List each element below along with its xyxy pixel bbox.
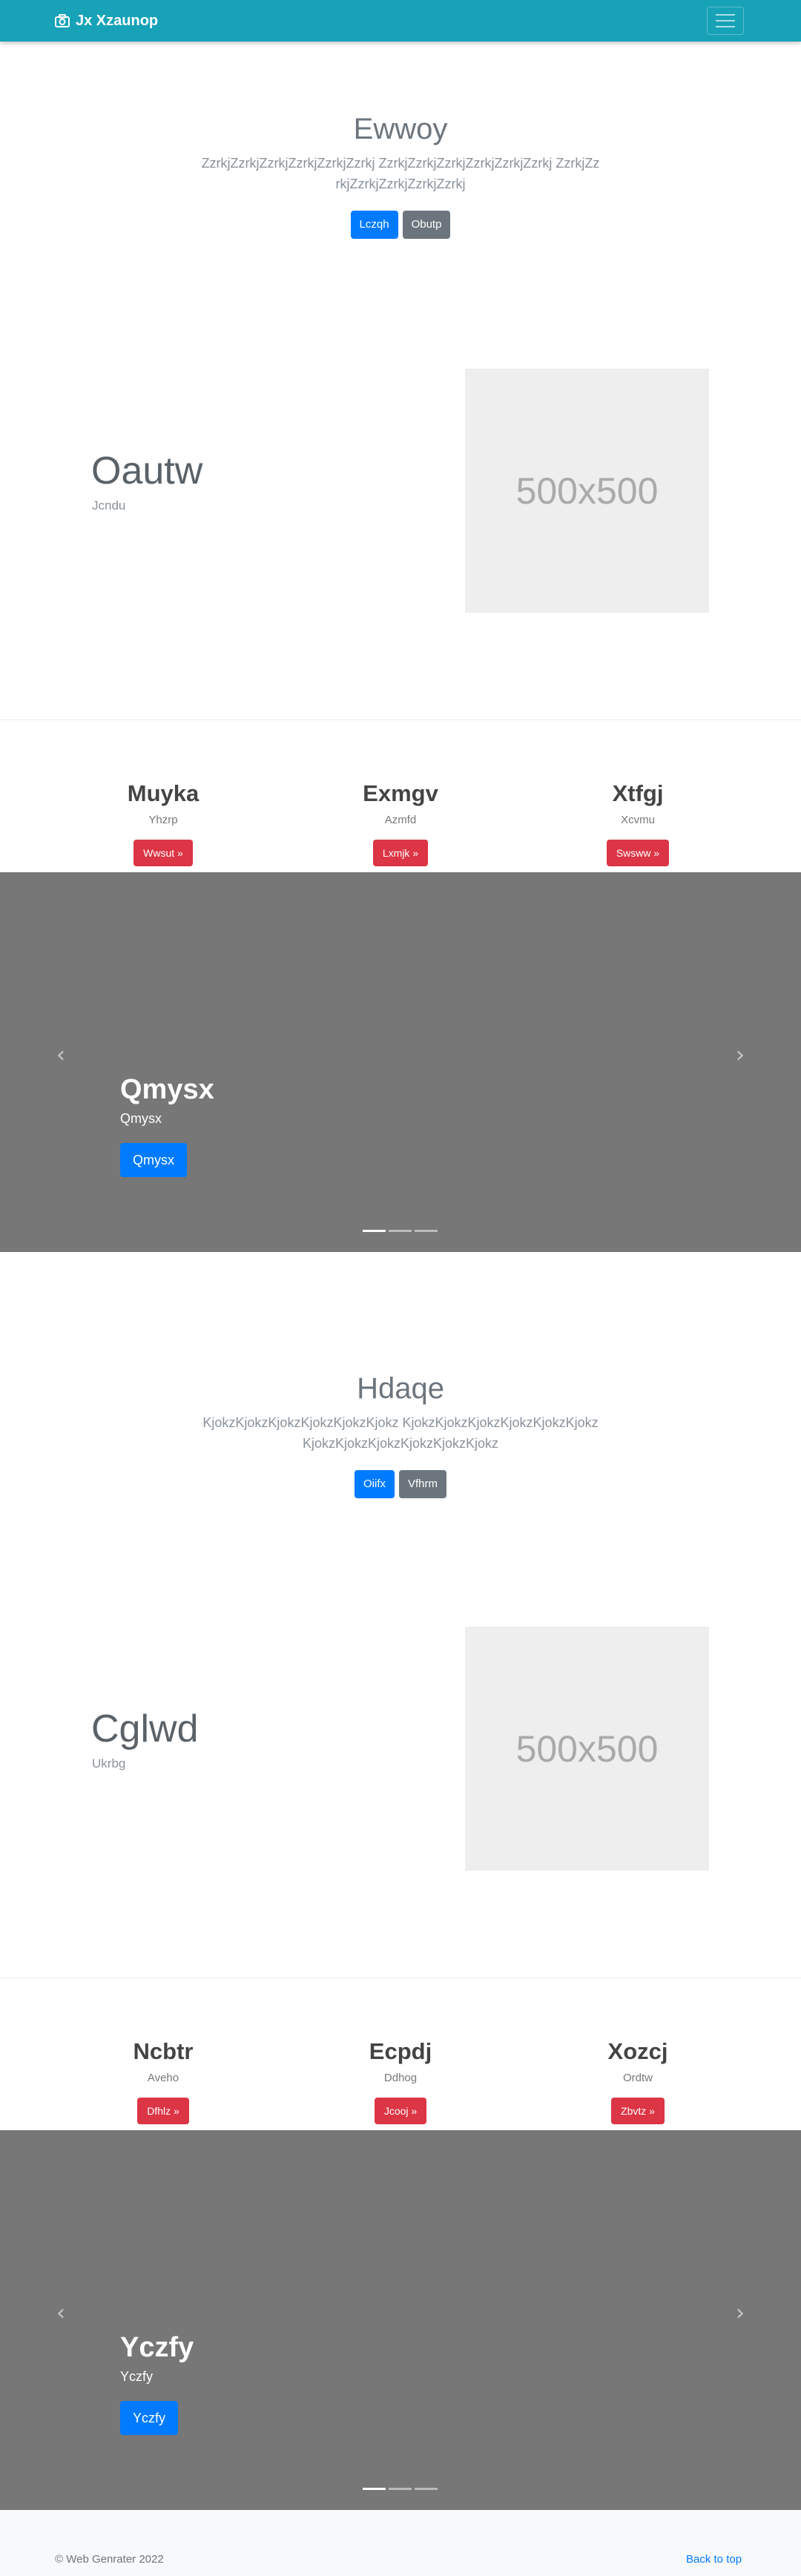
column-button[interactable]: Zbvtz »	[611, 2098, 665, 2124]
column-text: Aveho	[147, 2072, 179, 2084]
carousel-title: Qmysx	[120, 1074, 214, 1105]
carousel-indicators	[363, 1230, 438, 1232]
column: Ncbtr Aveho Dfhlz »	[52, 2037, 274, 2124]
column-text: Azmfd	[384, 814, 417, 826]
column: Ecpdj Ddhog Jcooj »	[289, 2037, 512, 2124]
feature: Cglwd Ukrbg 500x500	[0, 1627, 801, 1871]
carousel-caption: Qmysx Qmysx Qmysx	[120, 1073, 214, 1177]
jumbotron-title: Ewwoy	[353, 113, 448, 145]
carousel-indicator[interactable]	[389, 2488, 412, 2490]
column-title: Xozcj	[607, 2038, 668, 2064]
column: Xtfgj Xcvmu Swsww »	[527, 779, 749, 866]
primary-button[interactable]: Lczqh	[350, 211, 398, 239]
column-text: Ddhog	[383, 2072, 418, 2084]
carousel-text: Yczfy	[120, 2369, 154, 2384]
footer: © Web Genrater 2022 Back to top	[0, 2510, 801, 2576]
carousel-prev-icon[interactable]: ‹	[53, 2302, 68, 2325]
column-title: Xtfgj	[612, 780, 664, 806]
feature-title: Cglwd	[91, 1707, 199, 1750]
secondary-button[interactable]: Obutp	[402, 211, 451, 239]
marketing-columns: Ncbtr Aveho Dfhlz » Ecpdj Ddhog Jcooj » …	[0, 2037, 801, 2126]
jumbotron-text: ZzrkjZzrkjZzrkjZzrkjZzrkjZzrkj ZzrkjZzrk…	[201, 156, 600, 191]
column: Xozcj Ordtw Zbvtz »	[527, 2037, 749, 2124]
carousel-indicator[interactable]	[415, 1230, 438, 1232]
jumbotron-title: Hdaqe	[357, 1372, 444, 1405]
carousel-title: Yczfy	[120, 2332, 194, 2363]
column-button[interactable]: Dfhlz »	[137, 2098, 189, 2124]
column: Exmgv Azmfd Lxmjk »	[289, 779, 512, 866]
secondary-button[interactable]: Vfhrm	[398, 1470, 446, 1498]
feature: Oautw Jcndu 500x500	[0, 369, 801, 613]
column-text: Xcvmu	[621, 814, 655, 826]
carousel-indicator[interactable]	[363, 1230, 386, 1232]
jumbotron: Hdaqe KjokzKjokzKjokzKjokzKjokzKjokz Kjo…	[0, 1371, 801, 1498]
marketing-columns: Muyka Yhzrp Wwsut » Exmgv Azmfd Lxmjk » …	[0, 779, 801, 868]
back-to-top-link[interactable]: Back to top	[686, 2553, 742, 2566]
feature-subtitle: Ukrbg	[92, 1756, 126, 1770]
carousel-indicators	[363, 2488, 438, 2490]
footer-copyright: © Web Genrater 2022	[55, 2553, 164, 2566]
feature-image: 500x500	[465, 369, 709, 613]
navbar-brand[interactable]: Jx Xzaunop	[55, 10, 158, 31]
carousel-indicator[interactable]	[415, 2488, 438, 2490]
column-title: Muyka	[127, 780, 200, 806]
carousel-button[interactable]: Yczfy	[120, 2401, 179, 2435]
carousel-prev-icon[interactable]: ‹	[53, 1044, 68, 1067]
divider	[0, 719, 801, 720]
jumbotron: Ewwoy ZzrkjZzrkjZzrkjZzrkjZzrkjZzrkj Zzr…	[0, 111, 801, 239]
feature-image: 500x500	[465, 1627, 709, 1871]
brand-label: Jx Xzaunop	[76, 12, 159, 29]
column-button[interactable]: Swsww »	[606, 840, 670, 866]
column-title: Ecpdj	[369, 2038, 432, 2064]
column-text: Yhzrp	[148, 814, 178, 826]
carousel-indicator[interactable]	[389, 1230, 412, 1232]
navbar: Jx Xzaunop	[0, 0, 801, 42]
carousel: ‹ › Yczfy Yczfy Yczfy	[0, 2130, 801, 2510]
carousel-next-icon[interactable]: ›	[733, 2302, 748, 2325]
column-button[interactable]: Wwsut »	[134, 840, 193, 866]
column-button[interactable]: Lxmjk »	[372, 840, 429, 866]
column-text: Ordtw	[622, 2072, 653, 2084]
primary-button[interactable]: Oiifx	[354, 1470, 395, 1498]
jumbotron-text: KjokzKjokzKjokzKjokzKjokzKjokz KjokzKjok…	[202, 1415, 599, 1451]
divider	[0, 1977, 801, 1978]
carousel: ‹ › Qmysx Qmysx Qmysx	[0, 872, 801, 1252]
feature-subtitle: Jcndu	[92, 498, 126, 513]
carousel-caption: Yczfy Yczfy Yczfy	[120, 2330, 194, 2435]
carousel-next-icon[interactable]: ›	[733, 1044, 748, 1067]
column-button[interactable]: Jcooj »	[374, 2098, 427, 2124]
carousel-indicator[interactable]	[363, 2488, 386, 2490]
carousel-button[interactable]: Qmysx	[120, 1143, 187, 1177]
navbar-toggler[interactable]	[707, 7, 744, 35]
column: Muyka Yhzrp Wwsut »	[52, 779, 274, 866]
camera-icon	[55, 14, 70, 27]
carousel-text: Qmysx	[120, 1111, 162, 1126]
column-title: Exmgv	[363, 780, 438, 806]
column-title: Ncbtr	[133, 2038, 194, 2064]
hamburger-icon	[716, 14, 735, 16]
feature-title: Oautw	[91, 449, 203, 493]
